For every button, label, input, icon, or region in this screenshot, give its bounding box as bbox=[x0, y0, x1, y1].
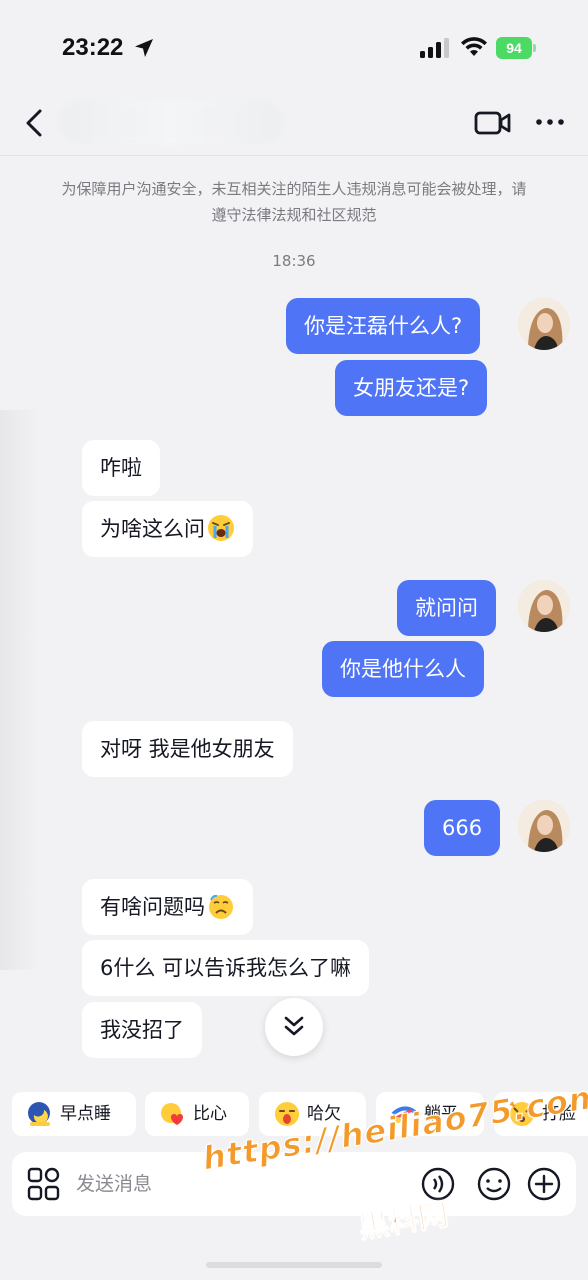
avatar-image bbox=[518, 298, 570, 350]
wifi-icon bbox=[461, 37, 487, 56]
message-input[interactable] bbox=[76, 1164, 416, 1204]
message-bubble-incoming[interactable]: 对呀 我是他女朋友 bbox=[82, 721, 293, 777]
message-bubble-outgoing[interactable]: 666 bbox=[424, 800, 501, 856]
signal-icon bbox=[420, 38, 449, 58]
chevron-left-icon[interactable] bbox=[20, 106, 50, 140]
message-timestamp: 18:36 bbox=[272, 252, 316, 270]
quick-reply-chip[interactable]: 打脸 bbox=[494, 1092, 588, 1136]
message-bubble-outgoing[interactable]: 你是汪磊什么人? bbox=[286, 298, 481, 354]
scroll-to-bottom-button[interactable] bbox=[265, 998, 323, 1056]
avatar[interactable] bbox=[518, 580, 570, 632]
message-bubble-outgoing[interactable]: 你是他什么人 bbox=[322, 641, 484, 697]
message-text: 咋啦 bbox=[100, 456, 142, 480]
avatar-image bbox=[518, 800, 570, 852]
plus-icon[interactable] bbox=[526, 1166, 562, 1202]
quick-reply-chip[interactable]: 躺平 bbox=[376, 1092, 484, 1136]
home-indicator bbox=[206, 1262, 382, 1268]
message-bubble-incoming[interactable]: 有啥问题吗 bbox=[82, 879, 253, 935]
moon-sleep-icon bbox=[28, 1102, 50, 1126]
message-bubble-incoming[interactable]: 我没招了 bbox=[82, 1002, 202, 1058]
emoji-icon[interactable] bbox=[476, 1166, 512, 1202]
yawn-face-icon bbox=[275, 1102, 299, 1126]
message-bubble-incoming[interactable]: 6什么 可以告诉我怎么了嘛 bbox=[82, 940, 370, 996]
lie-flat-icon bbox=[391, 1106, 417, 1123]
message-text: 6什么 可以告诉我怎么了嘛 bbox=[100, 956, 352, 980]
avatar[interactable] bbox=[518, 800, 570, 852]
quick-reply-bar: 早点睡 比心 哈欠 躺平 打脸 bbox=[0, 1092, 588, 1136]
message-text: 我没招了 bbox=[100, 1018, 184, 1042]
message-text: 你是他什么人 bbox=[340, 657, 466, 681]
quick-reply-chip[interactable]: 早点睡 bbox=[12, 1092, 136, 1136]
slap-face-icon bbox=[509, 1101, 534, 1126]
message-text: 为啥这么问 bbox=[100, 517, 205, 541]
double-chevron-down-icon bbox=[284, 1016, 304, 1036]
message-text: 666 bbox=[442, 816, 483, 840]
message-bubble-outgoing[interactable]: 就问问 bbox=[397, 580, 496, 636]
more-dots-icon[interactable] bbox=[534, 112, 566, 132]
status-bar: 23:22 94 bbox=[0, 0, 588, 90]
apps-grid-icon[interactable] bbox=[26, 1166, 62, 1202]
message-bubble-incoming[interactable]: 咋啦 bbox=[82, 440, 160, 496]
message-input-bar bbox=[12, 1152, 576, 1216]
quick-reply-chip[interactable]: 比心 bbox=[145, 1092, 249, 1136]
sad-face-emoji bbox=[209, 894, 233, 919]
battery-level: 94 bbox=[496, 37, 532, 59]
safety-notice: 为保障用户沟通安全，未互相关注的陌生人违规消息可能会被处理，请遵守法律法规和社区… bbox=[61, 180, 527, 224]
battery-indicator: 94 bbox=[496, 37, 536, 59]
quick-reply-chip[interactable]: 哈欠 bbox=[259, 1092, 366, 1136]
message-text: 女朋友还是? bbox=[353, 376, 470, 400]
message-text: 就问问 bbox=[415, 596, 478, 620]
avatar-image bbox=[518, 580, 570, 632]
video-call-icon[interactable] bbox=[474, 108, 512, 138]
message-text: 对呀 我是他女朋友 bbox=[100, 737, 275, 761]
location-arrow-icon bbox=[135, 39, 153, 57]
heart-hand-icon bbox=[161, 1103, 183, 1125]
avatar[interactable] bbox=[518, 298, 570, 350]
message-bubble-outgoing[interactable]: 女朋友还是? bbox=[335, 360, 488, 416]
message-text: 你是汪磊什么人? bbox=[304, 314, 463, 338]
message-text: 有啥问题吗 bbox=[100, 895, 205, 919]
chat-header bbox=[0, 90, 588, 156]
voice-icon[interactable] bbox=[420, 1166, 456, 1202]
crying-face-emoji bbox=[208, 515, 234, 541]
message-bubble-incoming[interactable]: 为啥这么问 bbox=[82, 501, 253, 557]
contact-name-blurred[interactable] bbox=[58, 100, 283, 144]
status-time: 23:22 bbox=[62, 34, 124, 61]
